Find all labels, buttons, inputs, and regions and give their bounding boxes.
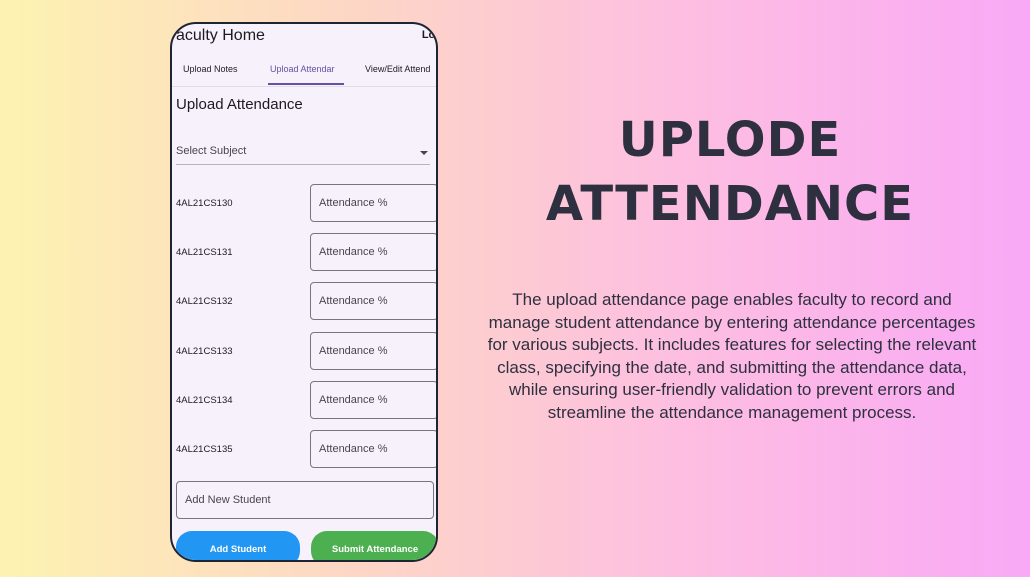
student-row: 4AL21CS134 [176, 381, 436, 419]
subject-dropdown-label: Select Subject [176, 145, 247, 157]
headline: UPLODE ATTENDANCE [530, 108, 930, 236]
student-id: 4AL21CS130 [176, 198, 233, 209]
tab-upload-notes[interactable]: Upload Notes [183, 64, 238, 74]
app-title: aculty Home [176, 27, 265, 44]
attendance-input[interactable] [310, 233, 436, 271]
attendance-input[interactable] [310, 381, 436, 419]
phone-mockup: aculty Home Log Upload Notes Upload Atte… [170, 22, 438, 562]
add-student-button[interactable]: Add Student [176, 531, 300, 560]
student-id: 4AL21CS135 [176, 444, 233, 455]
attendance-input[interactable] [310, 282, 436, 320]
student-id: 4AL21CS132 [176, 296, 233, 307]
new-student-input[interactable] [176, 481, 434, 519]
attendance-input[interactable] [310, 332, 436, 370]
tab-view-edit-attendance[interactable]: View/Edit Attend [365, 64, 436, 74]
tab-bar: Upload Notes Upload Attendar View/Edit A… [172, 58, 436, 87]
student-id: 4AL21CS134 [176, 395, 233, 406]
student-id: 4AL21CS133 [176, 346, 233, 357]
description-text: The upload attendance page enables facul… [487, 290, 977, 422]
headline-line-2: ATTENDANCE [545, 176, 915, 232]
student-row: 4AL21CS133 [176, 332, 436, 370]
app-bar: aculty Home Log [172, 24, 436, 56]
student-row: 4AL21CS131 [176, 233, 436, 271]
active-tab-indicator [268, 83, 344, 85]
attendance-input[interactable] [310, 184, 436, 222]
tab-upload-attendance[interactable]: Upload Attendar [270, 64, 342, 74]
student-row: 4AL21CS135 [176, 430, 436, 468]
student-row: 4AL21CS130 [176, 184, 436, 222]
subject-dropdown[interactable]: Select Subject [176, 142, 430, 165]
student-row: 4AL21CS132 [176, 282, 436, 320]
section-title: Upload Attendance [176, 96, 303, 113]
dropdown-arrow-icon [420, 151, 428, 155]
submit-attendance-button[interactable]: Submit Attendance [311, 531, 436, 560]
logout-button[interactable]: Log [422, 29, 436, 41]
headline-line-1: UPLODE [618, 112, 842, 168]
attendance-input[interactable] [310, 430, 436, 468]
student-id: 4AL21CS131 [176, 247, 233, 258]
